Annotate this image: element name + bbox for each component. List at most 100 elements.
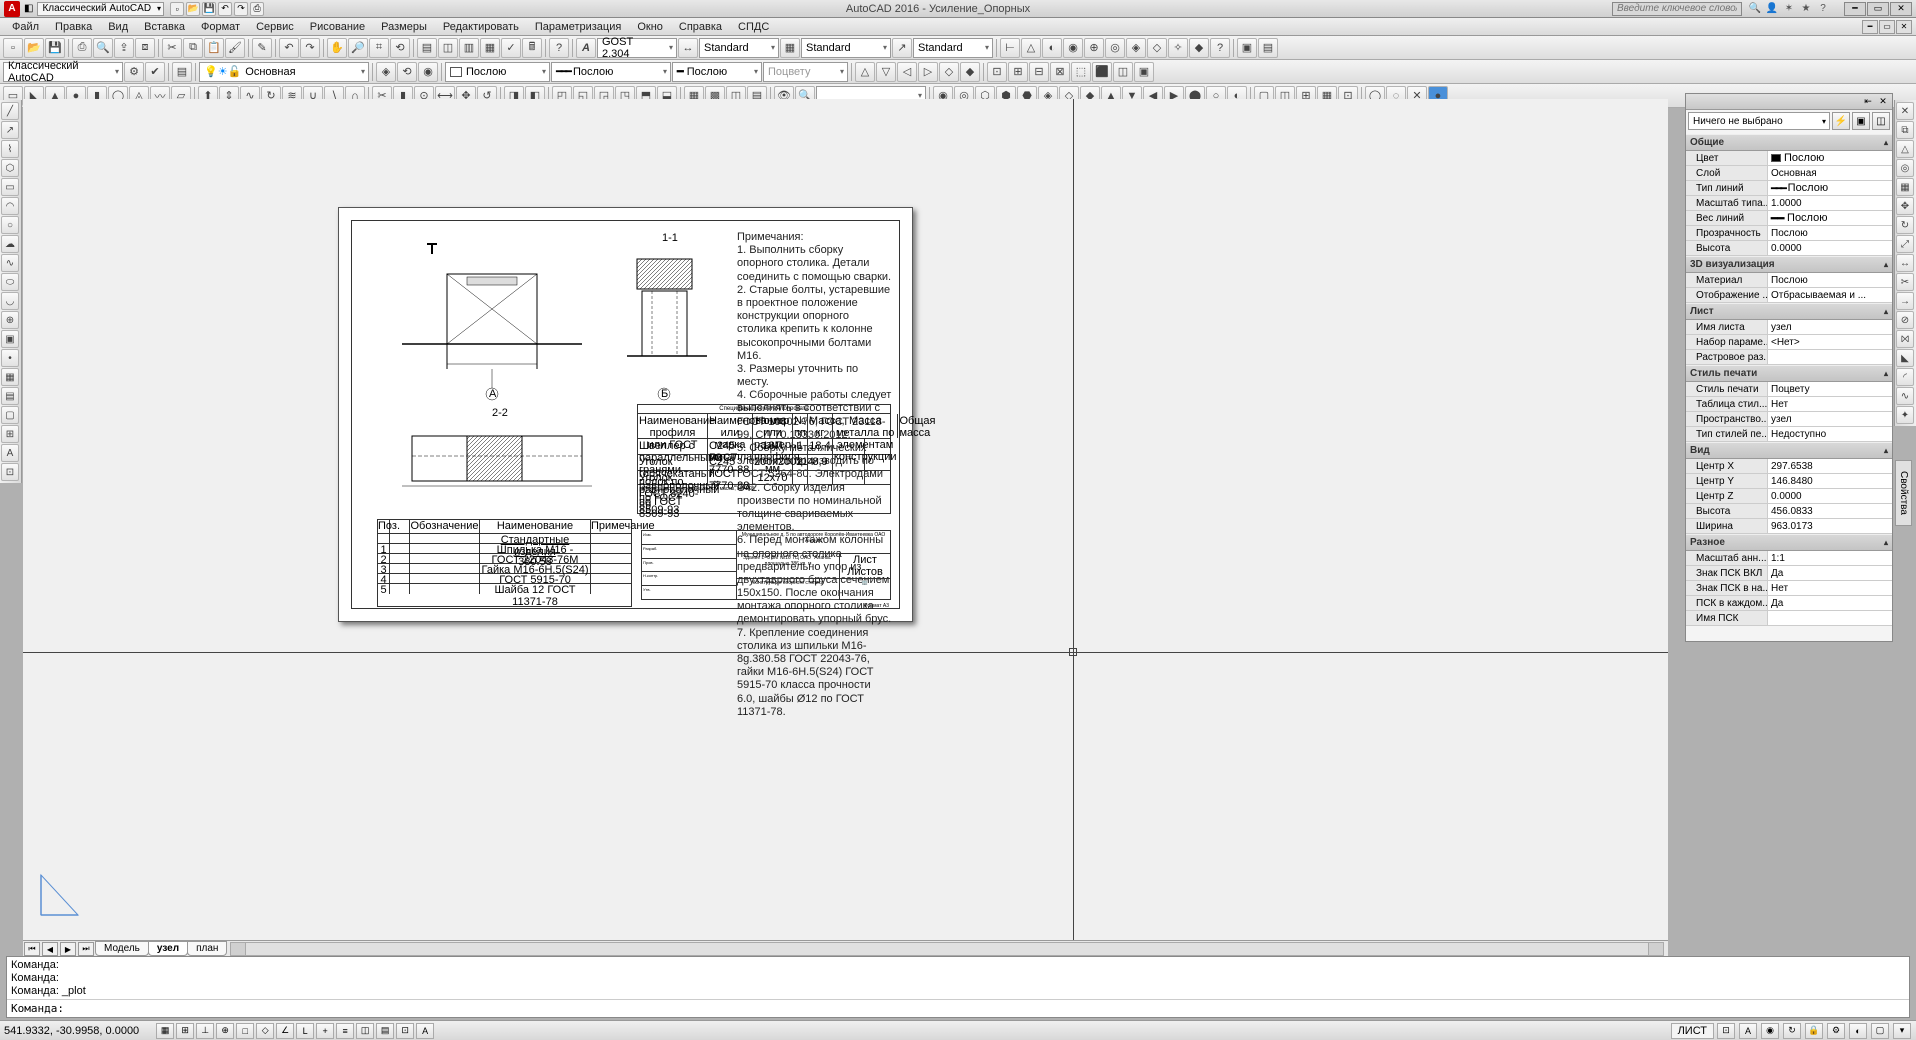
dim10-button[interactable]: ◆ — [1189, 38, 1209, 58]
plot-button[interactable]: ⎙ — [72, 38, 92, 58]
spds-f-button[interactable]: ⬛ — [1092, 62, 1112, 82]
customize-button[interactable]: ▾ — [1893, 1023, 1911, 1039]
table-tool[interactable]: ⊞ — [1, 425, 19, 443]
mod5-button[interactable]: ◇ — [939, 62, 959, 82]
layer-manager-button[interactable]: ▤ — [172, 62, 192, 82]
spds-d-button[interactable]: ⊠ — [1050, 62, 1070, 82]
mdi-minimize[interactable]: ━ — [1862, 20, 1878, 34]
markup-button[interactable]: ✓ — [501, 38, 521, 58]
dim9-button[interactable]: ✧ — [1168, 38, 1188, 58]
zoomprev-button[interactable]: ⟲ — [390, 38, 410, 58]
line-tool[interactable]: ╱ — [1, 102, 19, 120]
dimstyle-dropdown[interactable]: Standard — [699, 38, 779, 58]
explode-tool[interactable]: ✦ — [1896, 406, 1914, 424]
annovis-button[interactable]: ◉ — [1761, 1023, 1779, 1039]
menu-window[interactable]: Окно — [629, 19, 671, 35]
properties-autohide-button[interactable]: ⇤ — [1862, 96, 1874, 108]
workspace-save-button[interactable]: ✔ — [145, 62, 165, 82]
properties-button[interactable]: ▤ — [417, 38, 437, 58]
help-icon[interactable]: ? — [1816, 2, 1830, 16]
3dosnap-button[interactable]: ◇ — [256, 1023, 274, 1039]
color-dropdown[interactable]: Послою — [445, 62, 550, 82]
command-window[interactable]: Команда: Команда: Команда: _plot Команда… — [6, 956, 1910, 1018]
preview-button[interactable]: 🔍 — [93, 38, 113, 58]
plotstyle-dropdown[interactable]: Поцвету — [763, 62, 848, 82]
otrack-button[interactable]: ∠ — [276, 1023, 294, 1039]
pickadd-button[interactable]: ▣ — [1852, 112, 1870, 130]
dim-help-button[interactable]: ? — [1210, 38, 1230, 58]
grid-button[interactable]: ⊞ — [176, 1023, 194, 1039]
qp-button[interactable]: ▤ — [376, 1023, 394, 1039]
mdi-close[interactable]: ✕ — [1896, 20, 1912, 34]
dimstyle-icon[interactable]: ↔ — [678, 38, 698, 58]
trim-tool[interactable]: ✂ — [1896, 273, 1914, 291]
hatch-tool[interactable]: ▦ — [1, 368, 19, 386]
menu-spds[interactable]: СПДС — [730, 19, 777, 35]
menu-parametric[interactable]: Параметризация — [527, 19, 629, 35]
vpmax-button[interactable]: ⊡ — [1717, 1023, 1735, 1039]
cat-misc[interactable]: Разное — [1686, 534, 1892, 551]
spds1-button[interactable]: ▣ — [1237, 38, 1257, 58]
rotate-tool[interactable]: ↻ — [1896, 216, 1914, 234]
ellipsearc-tool[interactable]: ◡ — [1, 292, 19, 310]
annoupdate-button[interactable]: ↻ — [1783, 1023, 1801, 1039]
array-tool[interactable]: ▦ — [1896, 178, 1914, 196]
publish-button[interactable]: ⇪ — [114, 38, 134, 58]
infocenter-search[interactable] — [1612, 2, 1742, 16]
spds-e-button[interactable]: ⬚ — [1071, 62, 1091, 82]
chamfer-tool[interactable]: ◣ — [1896, 349, 1914, 367]
tablestyle-dropdown[interactable]: Standard — [801, 38, 891, 58]
scale-tool[interactable]: ⤢ — [1896, 235, 1914, 253]
maximize-button[interactable]: ▭ — [1867, 2, 1889, 16]
region-tool[interactable]: ▢ — [1, 406, 19, 424]
linetype-dropdown[interactable]: ━━━ Послою — [551, 62, 671, 82]
menu-insert[interactable]: Вставка — [136, 19, 193, 35]
layer-dropdown[interactable]: 💡☀🔓Основная — [199, 62, 369, 82]
arc-tool[interactable]: ◠ — [1, 197, 19, 215]
revcloud-tool[interactable]: ☁ — [1, 235, 19, 253]
cat-general[interactable]: Общие — [1686, 134, 1892, 151]
ortho-button[interactable]: ⊥ — [196, 1023, 214, 1039]
spds-c-button[interactable]: ⊟ — [1029, 62, 1049, 82]
dim6-button[interactable]: ◎ — [1105, 38, 1125, 58]
pline-tool[interactable]: ⌇ — [1, 140, 19, 158]
tpy-button[interactable]: ◫ — [356, 1023, 374, 1039]
am-button[interactable]: A — [416, 1023, 434, 1039]
copy-tool[interactable]: ⧉ — [1896, 121, 1914, 139]
spline-tool[interactable]: ∿ — [1, 254, 19, 272]
tab-first-button[interactable]: ⏮ — [24, 942, 40, 956]
spds-b-button[interactable]: ⊞ — [1008, 62, 1028, 82]
command-input[interactable]: Команда: — [7, 999, 1909, 1017]
polar-button[interactable]: ⊕ — [216, 1023, 234, 1039]
mirror-tool[interactable]: △ — [1896, 140, 1914, 158]
mleader-icon[interactable]: ↗ — [892, 38, 912, 58]
open-icon[interactable]: 📂 — [186, 2, 200, 16]
xline-tool[interactable]: ↗ — [1, 121, 19, 139]
layerstate-button[interactable]: ◈ — [376, 62, 396, 82]
dim4-button[interactable]: ◉ — [1063, 38, 1083, 58]
circle-tool[interactable]: ○ — [1, 216, 19, 234]
annoscale-button[interactable]: A — [1739, 1023, 1757, 1039]
selection-dropdown[interactable]: Ничего не выбрано — [1688, 112, 1830, 130]
menu-edit[interactable]: Правка — [47, 19, 100, 35]
save-button[interactable]: 💾 — [45, 38, 65, 58]
osnap-button[interactable]: □ — [236, 1023, 254, 1039]
undo-icon[interactable]: ↶ — [218, 2, 232, 16]
menu-help[interactable]: Справка — [671, 19, 730, 35]
dim1-button[interactable]: ⊢ — [1000, 38, 1020, 58]
undo-button[interactable]: ↶ — [279, 38, 299, 58]
copy-button[interactable]: ⧉ — [183, 38, 203, 58]
open-button[interactable]: 📂 — [24, 38, 44, 58]
mod3-button[interactable]: ◁ — [897, 62, 917, 82]
stretch-tool[interactable]: ↔ — [1896, 254, 1914, 272]
properties-title-bar[interactable]: Свойства — [1895, 460, 1912, 526]
tab-prev-button[interactable]: ◀ — [42, 942, 58, 956]
redo-icon[interactable]: ↷ — [234, 2, 248, 16]
exchange-icon[interactable]: ✶ — [1782, 2, 1796, 16]
tablestyle-icon[interactable]: ▦ — [780, 38, 800, 58]
lwt-button[interactable]: ≡ — [336, 1023, 354, 1039]
offset-tool[interactable]: ◎ — [1896, 159, 1914, 177]
tab-plan[interactable]: план — [187, 941, 227, 956]
ducs-button[interactable]: L — [296, 1023, 314, 1039]
rect-tool[interactable]: ▭ — [1, 178, 19, 196]
